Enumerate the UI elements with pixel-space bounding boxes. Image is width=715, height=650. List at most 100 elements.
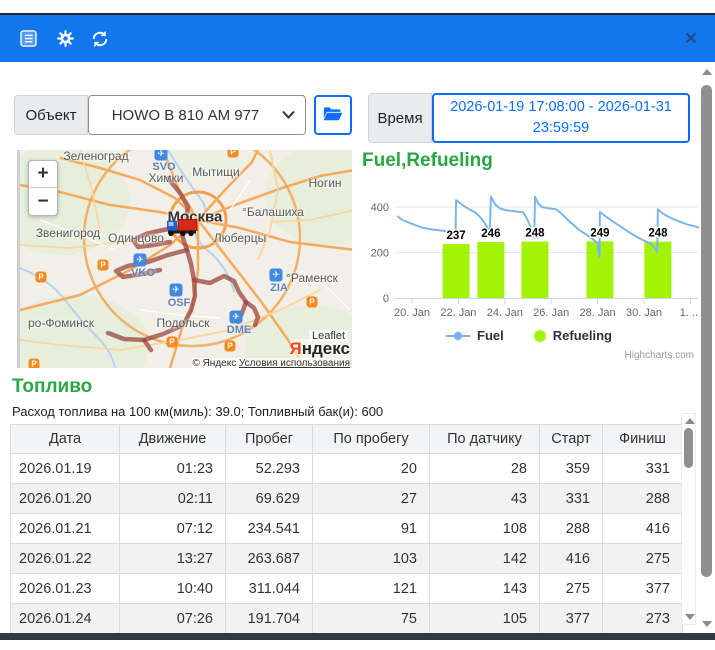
table-cell: 311.044	[226, 574, 313, 604]
table-row[interactable]: 2026.01.2310:40311.044121143275377	[11, 574, 683, 604]
svg-text:28. Jan: 28. Jan	[580, 307, 616, 319]
railway-icon: Р	[167, 337, 178, 348]
fuel-section-subtitle: Расход топлива на 100 км(миль): 39.0; То…	[12, 404, 383, 419]
map-city-label: Одинцово	[108, 231, 164, 245]
table-cell: 02:11	[120, 484, 226, 514]
table-cell: 416	[540, 544, 603, 574]
page-scroll-down-arrow[interactable]	[702, 621, 712, 627]
table-cell: 288	[603, 484, 683, 514]
yandex-logo[interactable]: Яндекс	[290, 339, 350, 359]
table-scrollbar	[681, 413, 696, 625]
airport-icon: ✈	[155, 150, 168, 161]
table-row[interactable]: 2026.01.2213:27263.687103142416275	[11, 544, 683, 574]
railway-icon: Р	[98, 260, 109, 271]
table-scrollbar-thumb[interactable]	[684, 428, 693, 468]
time-range-input[interactable]: 2026-01-19 17:08:00 - 2026-01-31 23:59:5…	[432, 93, 690, 143]
legend-fuel-label: Fuel	[477, 328, 504, 343]
terms-link[interactable]: Условия использования	[239, 358, 350, 368]
svg-text:0: 0	[383, 293, 389, 305]
railway-icon: Р	[36, 272, 47, 283]
legend-refueling-label: Refueling	[553, 328, 612, 343]
table-cell: 07:12	[120, 514, 226, 544]
open-object-list-button[interactable]	[314, 95, 352, 135]
zoom-out-button[interactable]: −	[29, 188, 57, 215]
settings-button[interactable]	[54, 28, 76, 50]
page-scrollbar-thumb[interactable]	[701, 85, 712, 577]
svg-text:26. Jan: 26. Jan	[533, 307, 569, 319]
svg-text:248: 248	[525, 228, 545, 240]
map-city-label: °Раменск	[286, 271, 338, 285]
object-select[interactable]: HOWO В 810 АМ 977	[88, 95, 306, 135]
table-cell: 191.704	[226, 604, 313, 634]
table-cell: 263.687	[226, 544, 313, 574]
table-cell: 2026.01.24	[11, 604, 120, 634]
table-cell: 91	[313, 514, 430, 544]
airport-code-label: VKO	[131, 267, 155, 279]
column-header: По пробегу	[313, 425, 430, 454]
page-scroll-up-arrow[interactable]	[702, 69, 712, 75]
fuel-line-marker-icon	[446, 331, 470, 341]
table-cell: 331	[540, 484, 603, 514]
railway-icon: Р	[29, 359, 40, 369]
table-scroll-down-arrow[interactable]	[685, 614, 695, 620]
svg-text:249: 249	[590, 227, 609, 239]
table-cell: 2026.01.21	[11, 514, 120, 544]
table-cell: 359	[540, 454, 603, 484]
column-header: Старт	[540, 425, 603, 454]
table-cell: 13:27	[120, 544, 226, 574]
track-route	[20, 150, 352, 368]
tracking-plugin-window: × Объект HOWO В 810 АМ 977 Время 2026-01…	[0, 0, 715, 650]
legend-item-fuel[interactable]: Fuel	[446, 328, 504, 343]
railway-icon: Р	[307, 297, 318, 308]
table-row[interactable]: 2026.01.2002:1169.6292743331288	[11, 484, 683, 514]
close-button[interactable]: ×	[679, 27, 703, 51]
fuel-table: ДатаДвижениеПробегПо пробегуПо датчикуСт…	[10, 424, 683, 633]
map-city-label: °Балашиха	[242, 205, 304, 219]
report-icon	[19, 29, 38, 48]
truck-marker	[166, 218, 200, 243]
svg-text:400: 400	[371, 202, 389, 214]
svg-text:30. Jan: 30. Jan	[626, 307, 662, 319]
report-button[interactable]	[17, 28, 39, 50]
table-cell: 20	[313, 454, 430, 484]
map-city-label: ро-Фоминск	[28, 316, 94, 330]
svg-text:248: 248	[648, 228, 668, 240]
airport-code-label: DME	[227, 324, 251, 336]
table-cell: 121	[313, 574, 430, 604]
map-city-label: Ногин	[308, 176, 341, 190]
time-label: Время	[368, 93, 432, 143]
map-city-label: Люберцы	[214, 231, 266, 245]
chevron-down-icon	[282, 106, 295, 124]
table-cell: 2026.01.20	[11, 484, 120, 514]
svg-text:246: 246	[481, 228, 500, 240]
refresh-button[interactable]	[89, 28, 111, 50]
column-header: Движение	[120, 425, 226, 454]
table-scroll-up-arrow[interactable]	[685, 418, 695, 424]
table-row[interactable]: 2026.01.2107:12234.54191108288416	[11, 514, 683, 544]
column-header: По датчику	[430, 425, 540, 454]
zoom-in-button[interactable]: +	[29, 161, 57, 188]
table-cell: 2026.01.23	[11, 574, 120, 604]
table-cell: 331	[603, 454, 683, 484]
table-cell: 234.541	[226, 514, 313, 544]
table-cell: 2026.01.19	[11, 454, 120, 484]
airport-icon: ✈	[270, 269, 283, 282]
map[interactable]: ЗеленоградХимкиМытищиНогин°БалашихаЗвени…	[17, 150, 352, 368]
legend-item-refueling[interactable]: Refueling	[534, 328, 612, 343]
table-cell: 108	[430, 514, 540, 544]
window-top-strip	[0, 0, 715, 13]
railway-icon: Р	[228, 150, 239, 158]
table-cell: 01:23	[120, 454, 226, 484]
table-row[interactable]: 2026.01.2407:26191.70475105377273	[11, 604, 683, 634]
table-cell: 377	[540, 604, 603, 634]
map-city-label: Химки	[149, 171, 184, 185]
table-cell: 416	[603, 514, 683, 544]
map-city-label: Подольск	[157, 316, 210, 330]
table-cell: 27	[313, 484, 430, 514]
table-row[interactable]: 2026.01.1901:2352.2932028359331	[11, 454, 683, 484]
highcharts-credit-link[interactable]: Highcharts.com	[625, 350, 694, 361]
svg-text:237: 237	[446, 230, 465, 242]
column-header: Дата	[11, 425, 120, 454]
svg-text:200: 200	[371, 248, 389, 260]
table-cell: 143	[430, 574, 540, 604]
